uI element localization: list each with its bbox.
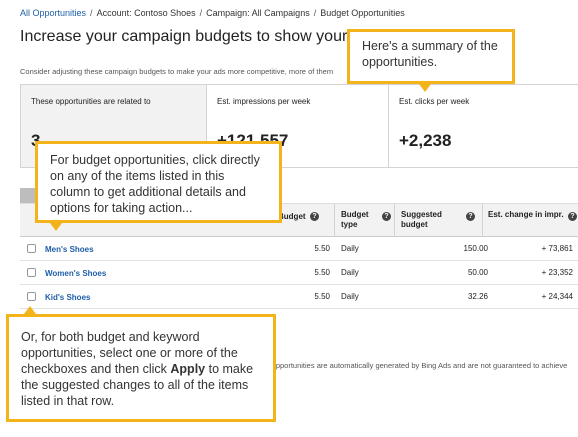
breadcrumb-separator: / — [90, 8, 93, 18]
row-checkbox[interactable] — [27, 244, 36, 253]
opportunity-link[interactable]: Women's Shoes — [45, 269, 106, 278]
budget-type-value: Daily — [341, 268, 359, 277]
budget-type-value: Daily — [341, 292, 359, 301]
callout-checkbox-apply: Apply — [170, 362, 206, 376]
est-change-value: + 23,352 — [541, 268, 573, 277]
est-change-value: + 73,861 — [541, 244, 573, 253]
suggested-budget-value: 50.00 — [467, 268, 488, 277]
summary-impressions-label: Est. impressions per week — [217, 97, 311, 106]
callout-pointer — [419, 84, 431, 92]
budget-value: 5.50 — [314, 292, 330, 301]
column-header-budget[interactable]: Budget — [278, 212, 306, 222]
info-icon[interactable]: ? — [466, 212, 475, 221]
table-row: Men's Shoes 5.50 Daily 150.00 + 73,861 — [20, 237, 578, 261]
summary-clicks-value: +2,238 — [399, 131, 452, 150]
column-divider — [482, 204, 483, 237]
column-divider — [334, 204, 335, 237]
callout-pointer — [24, 306, 36, 314]
breadcrumb: All Opportunities / Account: Contoso Shoes… — [20, 8, 405, 18]
disclaimer-text: Opportunities are automatically generate… — [270, 361, 568, 370]
column-header-budget-type[interactable]: Budget type — [341, 210, 381, 230]
callout-checkbox: Or, for both budget and keyword opportun… — [6, 314, 276, 422]
callout-column: For budget opportunities, click directly… — [35, 141, 282, 223]
breadcrumb-all-opportunities[interactable]: All Opportunities — [20, 8, 86, 18]
breadcrumb-campaign[interactable]: Campaign: All Campaigns — [206, 8, 310, 18]
table-row: Kid's Shoes 5.50 Daily 32.26 + 24,344 — [20, 285, 578, 309]
column-header-est-change[interactable]: Est. change in impr. — [488, 210, 564, 220]
callout-summary: Here's a summary of the opportunities. — [347, 29, 515, 84]
budget-type-value: Daily — [341, 244, 359, 253]
est-change-value: + 24,344 — [541, 292, 573, 301]
info-icon[interactable]: ? — [310, 212, 319, 221]
opportunity-link[interactable]: Men's Shoes — [45, 245, 94, 254]
callout-pointer — [50, 223, 62, 231]
breadcrumb-current: Budget Opportunities — [320, 8, 405, 18]
summary-related-label: These opportunities are related to — [31, 97, 151, 106]
page-description: Consider adjusting these campaign budget… — [20, 67, 334, 76]
row-checkbox[interactable] — [27, 292, 36, 301]
column-divider — [394, 204, 395, 237]
opportunity-link[interactable]: Kid's Shoes — [45, 293, 90, 302]
suggested-budget-value: 32.26 — [467, 292, 488, 301]
breadcrumb-account[interactable]: Account: Contoso Shoes — [97, 8, 196, 18]
apply-button-area[interactable] — [20, 188, 36, 203]
table-row: Women's Shoes 5.50 Daily 50.00 + 23,352 — [20, 261, 578, 285]
breadcrumb-separator: / — [199, 8, 203, 18]
budget-value: 5.50 — [314, 244, 330, 253]
breadcrumb-separator: / — [313, 8, 317, 18]
row-checkbox[interactable] — [27, 268, 36, 277]
summary-clicks-label: Est. clicks per week — [399, 97, 470, 106]
info-icon[interactable]: ? — [382, 212, 391, 221]
info-icon[interactable]: ? — [568, 212, 577, 221]
summary-clicks-cell: Est. clicks per week +2,238 — [389, 85, 578, 167]
column-header-suggested-budget[interactable]: Suggested budget — [401, 210, 456, 230]
page-title: Increase your campaign budgets to show y… — [20, 28, 350, 45]
budget-value: 5.50 — [314, 268, 330, 277]
suggested-budget-value: 150.00 — [463, 244, 488, 253]
